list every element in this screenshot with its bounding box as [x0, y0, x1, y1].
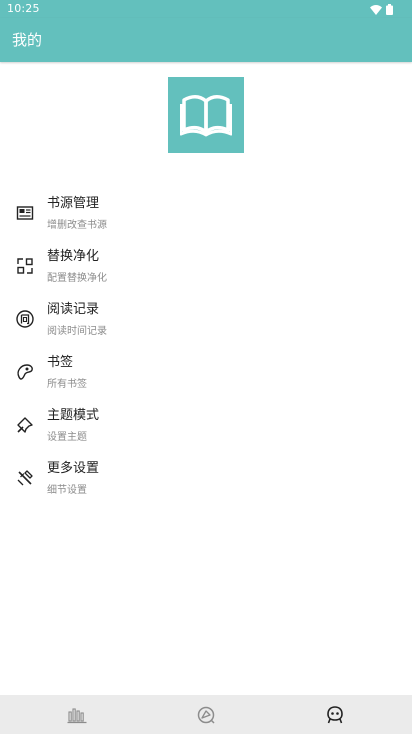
menu-item-title: 书源管理: [47, 196, 100, 211]
theme-icon: [17, 417, 33, 433]
menu-item-title: 替换净化: [47, 249, 100, 264]
page-title: 我的: [12, 31, 43, 49]
my-icon: [326, 705, 343, 723]
menu-item-title: 阅读记录: [47, 302, 100, 317]
menu-item-subtitle: 细节设置: [47, 485, 87, 496]
battery-icon: [386, 4, 393, 15]
menu-item-bookmark[interactable]: 书签 所有书签: [0, 346, 412, 399]
menu-item-book-source[interactable]: 书源管理 增删改查书源: [0, 187, 412, 240]
menu-item-title: 书签: [47, 355, 74, 370]
menu-item-read-record[interactable]: 阅读记录 阅读时间记录: [0, 293, 412, 346]
app-logo: [168, 77, 244, 153]
bookshelf-icon: [67, 707, 86, 723]
wifi-icon: [370, 4, 382, 15]
discover-icon: [197, 706, 215, 724]
menu-item-subtitle: 设置主题: [47, 432, 87, 443]
replace-icon: [17, 258, 33, 274]
status-icons: [370, 4, 393, 15]
status-time: 10:25: [7, 2, 40, 15]
menu-list: 书源管理 增删改查书源 替换净化 配置替换净化 阅读记录 阅读时间记录 书签 所…: [0, 187, 412, 505]
menu-item-theme[interactable]: 主题模式 设置主题: [0, 399, 412, 452]
menu-item-subtitle: 所有书签: [47, 379, 87, 390]
menu-item-subtitle: 阅读时间记录: [47, 326, 107, 337]
settings-icon: [17, 470, 33, 486]
status-bar: 10:25: [0, 0, 412, 18]
menu-item-subtitle: 配置替换净化: [47, 273, 107, 284]
tab-bookshelf[interactable]: [8, 695, 145, 734]
menu-item-settings[interactable]: 更多设置 细节设置: [0, 452, 412, 505]
menu-item-subtitle: 增删改查书源: [47, 220, 107, 231]
menu-item-title: 主题模式: [47, 408, 100, 423]
bookmark-icon: [17, 364, 33, 380]
app-bar: 我的: [0, 18, 412, 62]
bottom-nav: [0, 695, 412, 734]
book-icon: [180, 95, 232, 137]
read-record-icon: [16, 310, 34, 328]
tab-my[interactable]: [266, 695, 403, 734]
tab-discover[interactable]: [137, 695, 274, 734]
book-source-icon: [16, 206, 34, 220]
menu-item-replace[interactable]: 替换净化 配置替换净化: [0, 240, 412, 293]
menu-item-title: 更多设置: [47, 461, 100, 476]
